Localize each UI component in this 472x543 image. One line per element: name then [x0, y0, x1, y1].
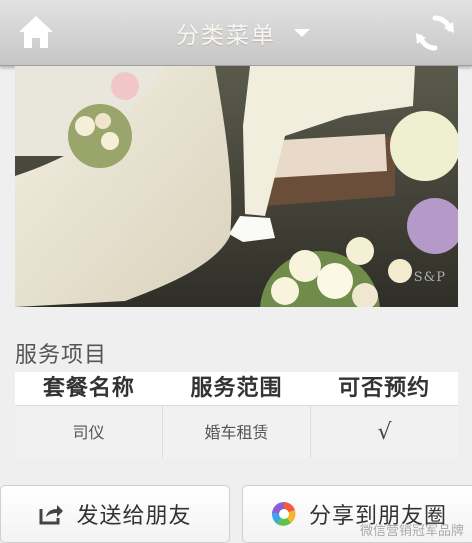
footer-watermark: 微信营销冠军品牌	[359, 524, 464, 539]
home-icon	[19, 16, 53, 48]
category-menu-label: 分类菜单	[176, 23, 276, 49]
cell-bookable: √	[311, 406, 458, 458]
chevron-down-icon	[294, 29, 310, 37]
services-table: 套餐名称 服务范围 可否预约 司仪 婚车租赁 √	[15, 372, 458, 458]
wedding-photo: S&P	[15, 66, 458, 307]
home-button[interactable]	[16, 13, 56, 51]
table-row: 司仪 婚车租赁 √	[15, 405, 458, 458]
send-to-friend-label: 发送给朋友	[76, 504, 192, 529]
top-bar: 分类菜单	[0, 0, 472, 66]
moments-aperture-icon	[271, 501, 296, 526]
refresh-icon	[416, 15, 454, 51]
table-header: 套餐名称 服务范围 可否预约	[15, 372, 458, 405]
refresh-button[interactable]	[414, 12, 456, 54]
cell-package-name: 司仪	[15, 406, 163, 458]
category-menu-dropdown[interactable]: 分类菜单	[176, 16, 310, 50]
column-header-package-name: 套餐名称	[42, 376, 135, 401]
share-arrow-icon	[39, 505, 64, 525]
checkmark-icon: √	[377, 420, 392, 445]
column-header-bookable: 可否预约	[338, 376, 431, 401]
photo-watermark: S&P	[413, 270, 446, 285]
send-to-friend-button[interactable]: 发送给朋友	[0, 485, 230, 543]
services-section-title: 服务项目	[15, 343, 108, 368]
cell-service-scope: 婚车租赁	[163, 406, 311, 458]
column-header-service-scope: 服务范围	[190, 376, 283, 401]
